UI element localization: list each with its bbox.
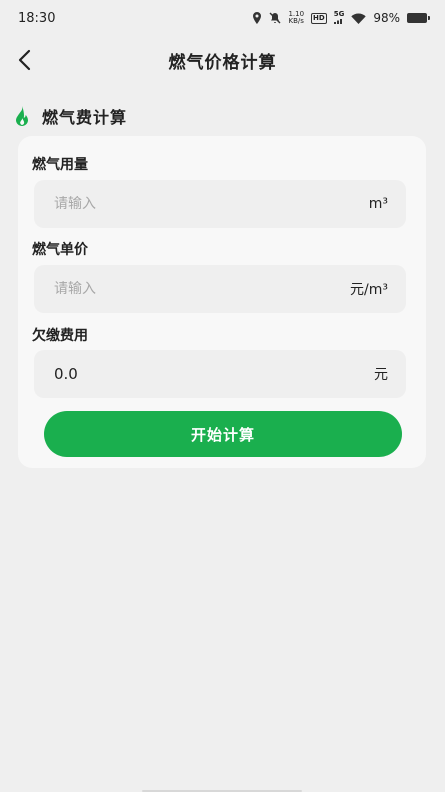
price-unit: 元/m³ xyxy=(350,282,388,298)
usage-input[interactable] xyxy=(54,196,304,212)
usage-unit: m³ xyxy=(368,196,388,212)
network-speed-unit: KB/s xyxy=(288,17,304,25)
usage-label: 燃气用量 xyxy=(32,157,88,173)
section-title: 燃气费计算 xyxy=(42,108,128,127)
start-calculate-button[interactable]: 开始计算 xyxy=(44,411,402,457)
price-input[interactable] xyxy=(54,281,304,297)
owed-label: 欠缴费用 xyxy=(32,328,88,344)
back-button[interactable] xyxy=(10,46,38,74)
owed-value: 0.0 xyxy=(54,365,78,383)
section-header: 燃气费计算 xyxy=(12,104,127,128)
page-title: 燃气价格计算 xyxy=(168,52,277,73)
mute-icon xyxy=(269,12,281,24)
nav-bar: 燃气价格计算 xyxy=(0,36,445,84)
status-bar: 18:30 1.10 KB/s HD 5G 98% xyxy=(0,0,445,36)
owed-unit: 元 xyxy=(374,367,388,383)
flame-icon xyxy=(16,106,28,127)
network-type-label: 5G xyxy=(333,10,345,18)
usage-field[interactable]: m³ xyxy=(34,180,406,228)
status-icons: 1.10 KB/s HD 5G 98% xyxy=(252,10,430,26)
network-speed: 1.10 KB/s xyxy=(288,11,304,25)
wifi-icon xyxy=(351,13,367,24)
network-type: 5G xyxy=(333,10,345,26)
owed-field: 0.0 元 xyxy=(34,350,406,398)
battery-percent: 98% xyxy=(373,11,400,25)
chevron-left-icon xyxy=(18,49,31,71)
battery-icon xyxy=(407,13,430,23)
hd-badge: HD xyxy=(311,12,327,24)
signal-icon xyxy=(333,19,342,24)
location-icon xyxy=(252,12,262,24)
status-time: 18:30 xyxy=(18,10,56,26)
price-field[interactable]: 元/m³ xyxy=(34,265,406,313)
price-label: 燃气单价 xyxy=(32,242,88,258)
